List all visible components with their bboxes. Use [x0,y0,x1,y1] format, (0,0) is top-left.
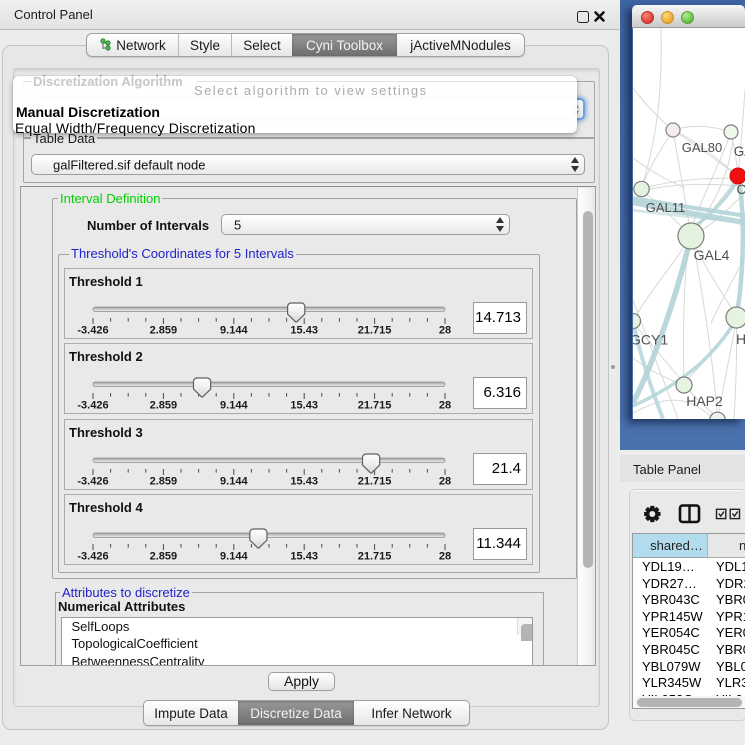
svg-text:2.859: 2.859 [150,400,178,412]
svg-text:-3.426: -3.426 [77,476,108,488]
svg-text:-3.426: -3.426 [77,400,108,412]
svg-text:15.43: 15.43 [290,551,318,563]
svg-text:21.715: 21.715 [358,476,392,488]
svg-text:HI: HI [736,331,745,347]
svg-text:15.43: 15.43 [290,400,318,412]
svg-text:2.859: 2.859 [150,325,178,337]
svg-text:21.715: 21.715 [358,400,392,412]
svg-text:GAL11: GAL11 [646,200,686,215]
svg-text:9.144: 9.144 [220,551,248,563]
svg-text:GCY1: GCY1 [633,332,668,348]
svg-text:21.715: 21.715 [358,325,392,337]
svg-text:HAP2: HAP2 [686,393,723,409]
svg-text:15.43: 15.43 [290,325,318,337]
svg-text:9.144: 9.144 [220,400,248,412]
svg-text:28: 28 [439,551,451,563]
svg-text:2.859: 2.859 [150,476,178,488]
svg-text:-3.426: -3.426 [77,551,108,563]
svg-text:15.43: 15.43 [290,476,318,488]
svg-text:28: 28 [439,476,451,488]
svg-text:GAL4: GAL4 [694,247,730,263]
svg-text:C: C [737,182,745,197]
svg-text:9.144: 9.144 [220,476,248,488]
svg-text:GA: GA [734,144,745,159]
svg-text:21.715: 21.715 [358,551,392,563]
svg-text:28: 28 [439,325,451,337]
svg-text:-3.426: -3.426 [77,325,108,337]
svg-text:28: 28 [439,400,451,412]
svg-text:GAL80: GAL80 [682,140,722,155]
svg-text:9.144: 9.144 [220,325,248,337]
svg-text:2.859: 2.859 [150,551,178,563]
